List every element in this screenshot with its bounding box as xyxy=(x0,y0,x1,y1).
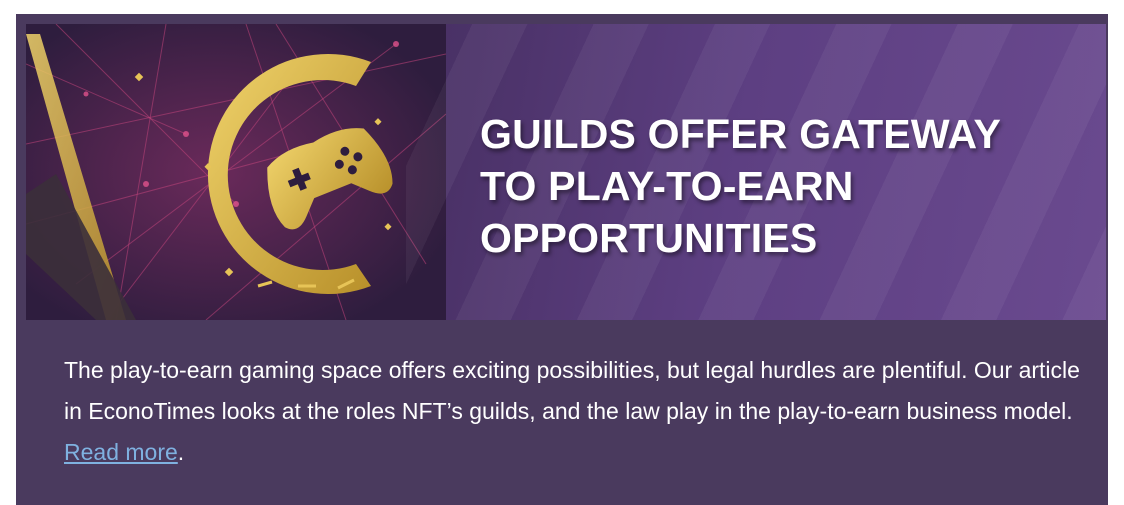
banner-headline: GUILDS OFFER GATEWAY TO PLAY-TO-EARN OPP… xyxy=(480,108,1090,264)
headline-line-1: GUILDS OFFER GATEWAY xyxy=(480,111,1002,157)
article-banner[interactable]: game-controller-icon GUILDS OFFER GATEWA… xyxy=(26,24,1106,320)
article-summary: The play-to-earn gaming space offers exc… xyxy=(64,350,1099,473)
newsletter-card: game-controller-icon GUILDS OFFER GATEWA… xyxy=(16,14,1108,505)
summary-text: The play-to-earn gaming space offers exc… xyxy=(64,357,1080,424)
banner-artwork xyxy=(26,24,446,320)
read-more-link[interactable]: Read more xyxy=(64,439,178,465)
summary-end-punctuation: . xyxy=(177,439,185,465)
headline-line-3: OPPORTUNITIES xyxy=(480,215,818,261)
headline-line-2: TO PLAY-TO-EARN xyxy=(480,163,854,209)
